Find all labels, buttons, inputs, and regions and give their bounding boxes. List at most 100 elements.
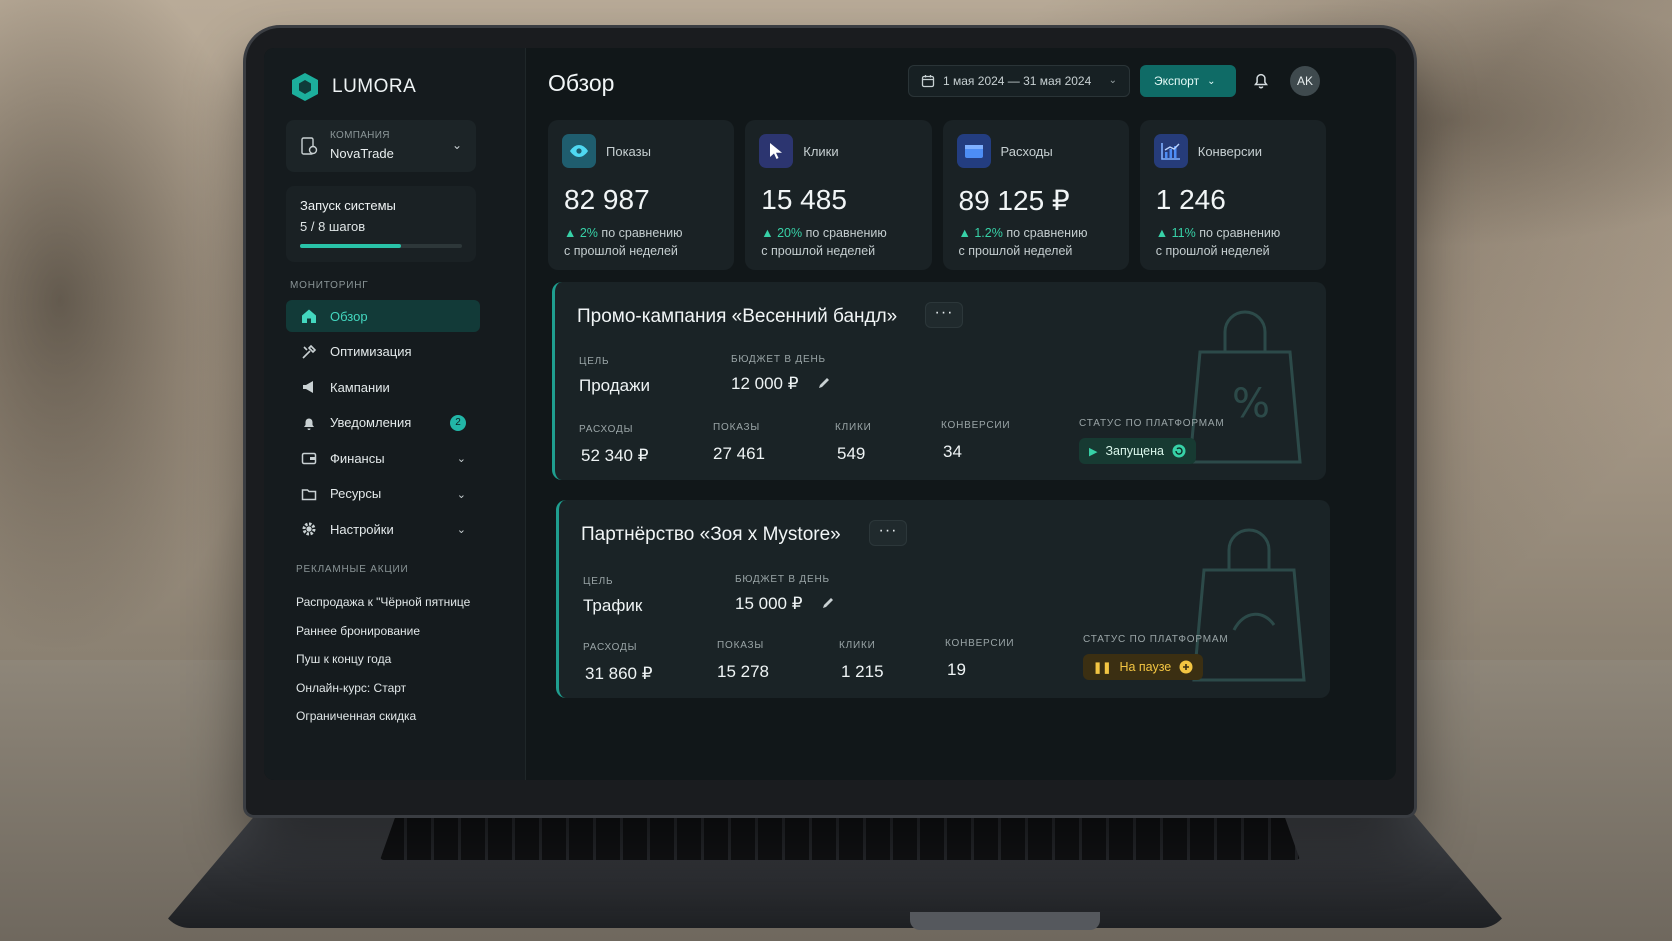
- campaign-impressions: 27 461: [713, 444, 765, 463]
- more-options-button[interactable]: ···: [869, 520, 907, 546]
- company-selector[interactable]: КОМПАНИЯ NovaTrade ⌄: [286, 120, 476, 172]
- home-icon: [300, 307, 318, 325]
- budget-label: БЮДЖЕТ В ДЕНЬ: [731, 354, 826, 365]
- campaign-conversions: 19: [947, 660, 966, 679]
- sidebar-item-finance[interactable]: Финансы ⌄: [286, 442, 480, 474]
- refresh-icon: [1172, 444, 1186, 458]
- promo-item[interactable]: Онлайн-курс: Старт: [296, 674, 470, 703]
- date-range-picker[interactable]: 1 мая 2024 — 31 мая 2024 ⌄: [908, 65, 1130, 97]
- kpi-label: Показы: [606, 144, 651, 159]
- status-pill[interactable]: ❚❚ На паузе: [1083, 654, 1204, 680]
- arrow-up-icon: ▲: [1155, 226, 1169, 240]
- kpi-delta-text: по сравнению: [601, 226, 683, 240]
- kpi-delta-text: по сравнению: [1006, 226, 1088, 240]
- promo-item[interactable]: Распродажа к "Чёрной пятнице: [296, 588, 470, 617]
- budget-label: БЮДЖЕТ В ДЕНЬ: [735, 574, 830, 585]
- chevron-down-icon: ⌄: [1207, 75, 1216, 87]
- chevron-down-icon: ⌄: [456, 488, 466, 501]
- kpi-delta: ▲ 2% по сравнению с прошлой неделей: [564, 224, 683, 260]
- wallet-icon: [956, 134, 991, 168]
- tools-icon: [300, 343, 318, 361]
- spend-label: РАСХОДЫ: [579, 424, 634, 435]
- onboarding-card[interactable]: Запуск системы 5 / 8 шагов: [286, 186, 476, 262]
- pause-icon: ❚❚: [1093, 661, 1112, 674]
- sidebar-item-settings[interactable]: Настройки ⌄: [286, 513, 480, 545]
- megaphone-icon: [300, 378, 318, 396]
- kpi-delta: ▲ 11% по сравнению с прошлой неделей: [1156, 224, 1281, 260]
- onboarding-progress-text: 5 / 8 шагов: [300, 219, 366, 234]
- wallet-icon: [300, 449, 318, 467]
- sidebar-item-label: Обзор: [330, 308, 368, 324]
- campaign-title: Партнёрство «Зоя х Mystore»: [581, 524, 841, 545]
- sidebar-item-notifications[interactable]: Уведомления 2: [286, 407, 480, 439]
- kpi-card-clicks[interactable]: Клики 15 485 ▲ 20% по сравнению с прошло…: [745, 120, 932, 270]
- laptop-hinge: [910, 912, 1100, 930]
- status-label: СТАТУС ПО ПЛАТФОРМАМ: [1083, 634, 1229, 645]
- promo-item[interactable]: Пуш к концу года: [296, 645, 470, 674]
- onboarding-progress-bar: [300, 244, 462, 248]
- kpi-delta-value: 2%: [579, 226, 598, 240]
- kpi-delta-text: с прошлой неделей: [958, 244, 1073, 258]
- notifications-bell-icon[interactable]: [1252, 70, 1270, 90]
- add-icon: [1179, 660, 1193, 674]
- app-screen: LUMORA КОМПАНИЯ NovaTrade ⌄ Запуск систе…: [264, 48, 1396, 780]
- status-pill[interactable]: ▶ Запущена: [1079, 438, 1196, 464]
- goal-label: ЦЕЛЬ: [579, 356, 610, 367]
- promos-section-label: РЕКЛАМНЫЕ АКЦИИ: [296, 564, 409, 575]
- building-icon: [301, 137, 318, 155]
- export-button[interactable]: Экспорт ⌄: [1140, 65, 1236, 97]
- campaign-budget: 15 000 ₽: [735, 594, 803, 613]
- more-options-button[interactable]: ···: [925, 302, 963, 328]
- arrow-up-icon: ▲: [564, 226, 577, 240]
- brand-name: LUMORA: [332, 76, 417, 97]
- edit-pencil-icon[interactable]: [817, 376, 831, 390]
- play-icon: ▶: [1089, 445, 1098, 458]
- sidebar-item-optimization[interactable]: Оптимизация: [286, 336, 480, 368]
- promo-item[interactable]: Раннее бронирование: [296, 617, 470, 646]
- kpi-label: Клики: [803, 144, 839, 159]
- folder-icon: [300, 485, 318, 503]
- sidebar-item-campaigns[interactable]: Кампании: [286, 371, 480, 403]
- sidebar-item-resources[interactable]: Ресурсы ⌄: [286, 478, 480, 510]
- kpi-value: 1 246: [1155, 184, 1226, 215]
- spend-label: РАСХОДЫ: [583, 642, 638, 653]
- sidebar-item-label: Оптимизация: [330, 344, 412, 359]
- kpi-card-conversions[interactable]: Конверсии 1 246 ▲ 11% по сравнению с про…: [1139, 120, 1326, 270]
- promo-item[interactable]: Ограниченная скидка: [296, 702, 470, 731]
- sidebar-item-label: Кампании: [330, 379, 390, 395]
- brand[interactable]: LUMORA: [290, 72, 416, 102]
- kpi-card-impressions[interactable]: Показы 82 987 ▲ 2% по сравнению с прошло…: [548, 120, 735, 270]
- campaign-title: Промо-кампания «Весенний бандл»: [577, 306, 898, 327]
- kpi-card-spend[interactable]: Расходы 89 125 ₽ ▲ 1.2% по сравнению с п…: [942, 120, 1129, 270]
- main-content: Обзор 1 мая 2024 — 31 мая 2024 ⌄ Экспорт…: [526, 48, 1396, 780]
- campaign-conversions: 34: [943, 442, 962, 461]
- clicks-label: КЛИКИ: [839, 640, 876, 651]
- conversions-label: КОНВЕРСИИ: [945, 638, 1015, 649]
- edit-pencil-icon[interactable]: [821, 596, 835, 610]
- laptop-keyboard: [380, 808, 1300, 860]
- impressions-label: ПОКАЗЫ: [713, 422, 761, 433]
- conversions-label: КОНВЕРСИИ: [941, 420, 1011, 431]
- onboarding-progress-fill: [300, 244, 402, 248]
- kpi-label: Расходы: [1000, 144, 1053, 159]
- kpi-delta: ▲ 1.2% по сравнению с прошлой неделей: [959, 224, 1088, 260]
- kpi-delta-text: по сравнению: [805, 226, 887, 240]
- monitoring-section-label: МОНИТОРИНГ: [290, 280, 369, 291]
- arrow-up-icon: ▲: [958, 226, 971, 240]
- campaign-card[interactable]: % Промо-кампания «Весенний бандл» ··· ЦЕ…: [552, 282, 1326, 480]
- sidebar-item-label: Уведомления: [330, 415, 412, 430]
- chevron-down-icon: ⌄: [456, 453, 466, 465]
- campaign-card[interactable]: Партнёрство «Зоя х Mystore» ··· ЦЕЛЬ Тра…: [556, 500, 1330, 698]
- impressions-label: ПОКАЗЫ: [717, 640, 765, 651]
- calendar-icon: [921, 75, 935, 88]
- arrow-up-icon: ▲: [761, 226, 774, 240]
- cursor-icon: [759, 134, 794, 168]
- campaign-goal: Продажи: [579, 376, 650, 395]
- chart-icon: [1153, 134, 1188, 168]
- status-label: СТАТУС ПО ПЛАТФОРМАМ: [1079, 418, 1225, 429]
- avatar[interactable]: AK: [1290, 66, 1320, 96]
- sidebar-item-label: Настройки: [330, 521, 394, 537]
- campaign-budget: 12 000 ₽: [731, 374, 799, 393]
- sidebar-item-overview[interactable]: Обзор: [286, 300, 480, 332]
- kpi-delta-text: с прошлой неделей: [1155, 244, 1270, 258]
